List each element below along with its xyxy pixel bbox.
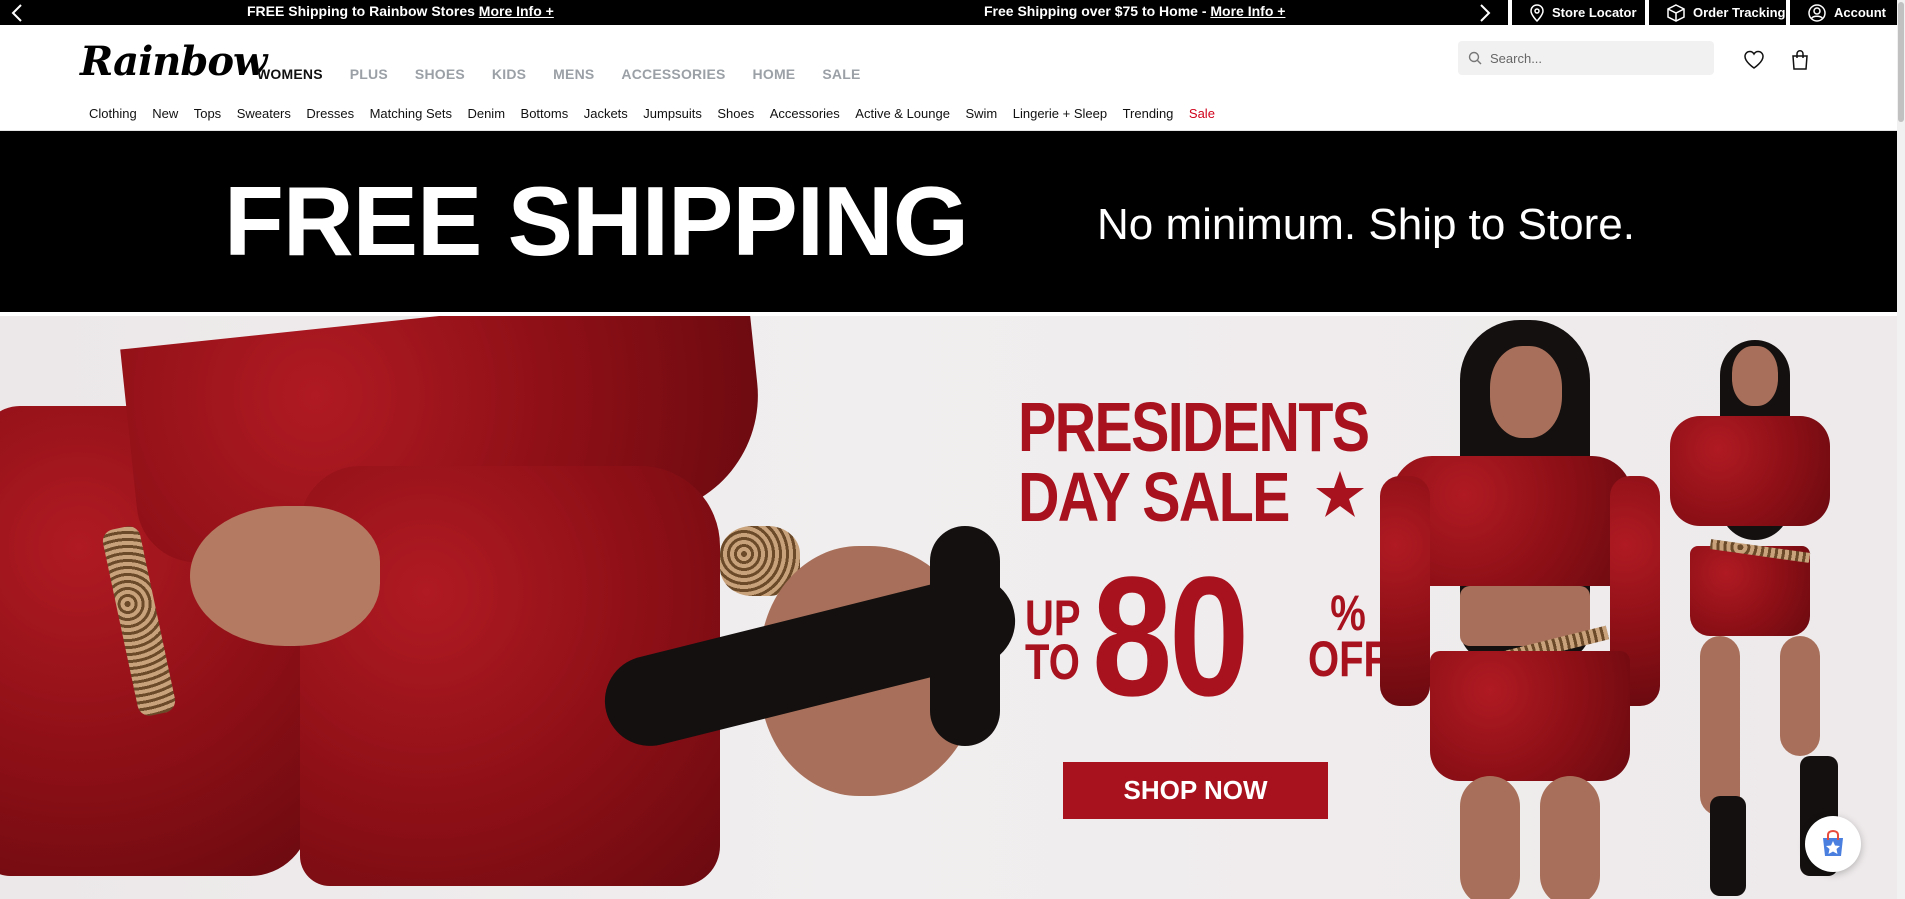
hero-banner[interactable]: PRESIDENTS DAY SALE UP TO 80 % OFF SHOP … — [0, 316, 1897, 899]
cat-lingerie-sleep[interactable]: Lingerie + Sleep — [1013, 106, 1107, 121]
cat-dresses[interactable]: Dresses — [306, 106, 354, 121]
cat-shoes[interactable]: Shoes — [717, 106, 754, 121]
shipping-headline: FREE SHIPPING — [224, 166, 969, 276]
cat-sale[interactable]: Sale — [1189, 106, 1215, 121]
shipping-subline: No minimum. Ship to Store. — [1097, 200, 1635, 249]
cat-tops[interactable]: Tops — [194, 106, 221, 121]
account-link[interactable]: Account — [1786, 0, 1905, 25]
free-shipping-banner[interactable]: FREE SHIPPING No minimum. Ship to Store. — [0, 131, 1897, 312]
hero-title-line-1: PRESIDENTS — [1018, 388, 1370, 466]
store-locator-label: Store Locator — [1552, 5, 1637, 20]
cat-clothing[interactable]: Clothing — [89, 106, 137, 121]
dept-plus[interactable]: PLUS — [350, 66, 388, 82]
promo-next-button[interactable] — [1468, 0, 1502, 25]
cat-denim[interactable]: Denim — [467, 106, 505, 121]
order-tracking-label: Order Tracking — [1693, 5, 1786, 20]
hero-model-image-left — [0, 316, 1025, 899]
hero-to: TO — [1025, 634, 1080, 690]
dept-home[interactable]: HOME — [753, 66, 796, 82]
cat-trending[interactable]: Trending — [1123, 106, 1174, 121]
scrollbar-thumb[interactable] — [1898, 2, 1904, 122]
cat-bottoms[interactable]: Bottoms — [521, 106, 569, 121]
search-input[interactable] — [1488, 49, 1698, 67]
star-icon — [1316, 471, 1364, 517]
page-scrollbar[interactable] — [1897, 0, 1905, 899]
wishlist-button[interactable] — [1742, 48, 1766, 72]
cat-matching-sets[interactable]: Matching Sets — [370, 106, 452, 121]
search-bar — [1458, 41, 1714, 75]
hero-discount-amount: 80 — [1092, 542, 1249, 732]
cat-jackets[interactable]: Jackets — [584, 106, 628, 121]
dept-sale[interactable]: SALE — [822, 66, 860, 82]
cat-sweaters[interactable]: Sweaters — [237, 106, 291, 121]
dept-accessories[interactable]: ACCESSORIES — [621, 66, 725, 82]
dept-shoes[interactable]: SHOES — [415, 66, 465, 82]
promo-more-info-link[interactable]: More Info + — [1210, 3, 1285, 19]
search-icon — [1468, 51, 1482, 65]
heart-icon — [1744, 50, 1764, 69]
cat-swim[interactable]: Swim — [965, 106, 997, 121]
chevron-left-icon — [11, 3, 22, 22]
cart-button[interactable] — [1788, 48, 1812, 72]
user-icon — [1808, 3, 1826, 22]
cat-new[interactable]: New — [152, 106, 178, 121]
chevron-right-icon — [1480, 3, 1491, 22]
cat-active-lounge[interactable]: Active & Lounge — [855, 106, 950, 121]
hero-off: OFF — [1308, 631, 1388, 687]
cat-accessories[interactable]: Accessories — [770, 106, 840, 121]
order-tracking-link[interactable]: Order Tracking — [1645, 0, 1790, 25]
store-locator-link[interactable]: Store Locator — [1508, 0, 1649, 25]
department-nav: WOMENS PLUS SHOES KIDS MENS ACCESSORIES … — [257, 66, 888, 82]
location-pin-icon — [1530, 3, 1544, 22]
dept-womens[interactable]: WOMENS — [257, 66, 323, 82]
promo-text: Free Shipping over $75 to Home - — [984, 3, 1211, 19]
dept-kids[interactable]: KIDS — [492, 66, 526, 82]
promo-text: FREE Shipping to Rainbow Stores — [247, 3, 479, 19]
hero-percent-off: % OFF — [1308, 585, 1388, 687]
box-icon — [1667, 3, 1685, 22]
promo-message-home: Free Shipping over $75 to Home - More In… — [984, 0, 1285, 25]
category-nav: Clothing New Tops Sweaters Dresses Match… — [89, 106, 1230, 121]
hero-model-image-right — [1380, 316, 1897, 899]
promo-bar: FREE Shipping to Rainbow Stores More Inf… — [0, 0, 1905, 25]
promo-prev-button[interactable] — [0, 0, 34, 25]
shop-now-button[interactable]: SHOP NOW — [1063, 762, 1328, 819]
hero-percent: % — [1330, 585, 1366, 641]
promo-message-store: FREE Shipping to Rainbow Stores More Inf… — [247, 0, 554, 25]
shopping-app-button[interactable] — [1805, 816, 1861, 872]
dept-mens[interactable]: MENS — [553, 66, 594, 82]
account-label: Account — [1834, 5, 1886, 20]
rainbow-logo[interactable]: Rainbow — [80, 38, 267, 86]
shopping-app-icon — [1823, 829, 1843, 856]
hero-up-to: UP TO — [1025, 593, 1081, 690]
cat-jumpsuits[interactable]: Jumpsuits — [643, 106, 702, 121]
shopping-bag-icon — [1792, 50, 1808, 70]
promo-more-info-link[interactable]: More Info + — [479, 3, 554, 19]
